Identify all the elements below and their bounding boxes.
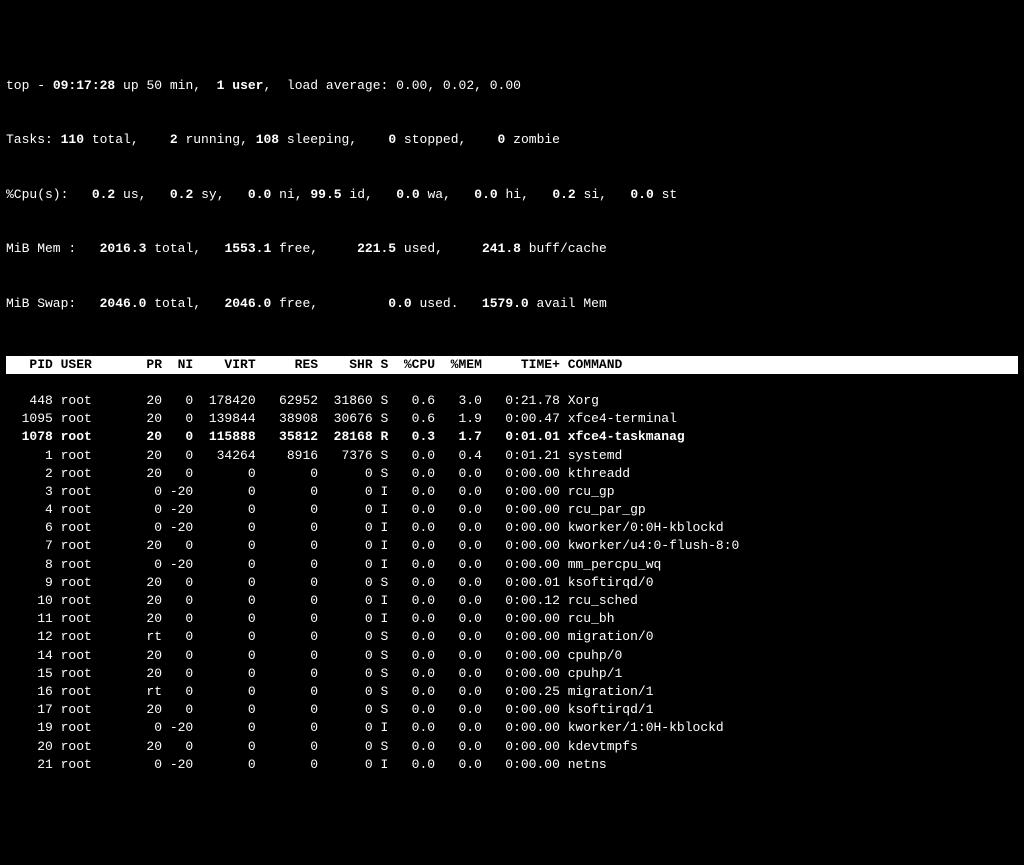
mem-buff: 241.8: [474, 241, 521, 256]
table-row[interactable]: 1078 root 20 0 115888 35812 28168 R 0.3 …: [6, 428, 1018, 446]
mem-buff-label: buff/cache: [521, 241, 607, 256]
running-label: running,: [178, 132, 248, 147]
clock-time: 09:17:28: [53, 78, 115, 93]
table-row[interactable]: 19 root 0 -20 0 0 0 I 0.0 0.0 0:00.00 kw…: [6, 719, 1018, 737]
tasks-sleeping: 108: [256, 132, 279, 147]
table-row[interactable]: 17 root 20 0 0 0 0 S 0.0 0.0 0:00.00 kso…: [6, 701, 1018, 719]
swap-used-label: used.: [412, 296, 459, 311]
uptime-line: top - 09:17:28 up 50 min, 1 user, load a…: [6, 77, 1018, 95]
table-row[interactable]: 8 root 0 -20 0 0 0 I 0.0 0.0 0:00.00 mm_…: [6, 556, 1018, 574]
sy-label: sy,: [193, 187, 224, 202]
table-row[interactable]: 16 root rt 0 0 0 0 S 0.0 0.0 0:00.25 mig…: [6, 683, 1018, 701]
tasks-stopped: 0: [381, 132, 397, 147]
swap-line: MiB Swap: 2046.0 total, 2046.0 free, 0.0…: [6, 295, 1018, 313]
table-row[interactable]: 12 root rt 0 0 0 0 S 0.0 0.0 0:00.00 mig…: [6, 628, 1018, 646]
cpu-hi: 0.0: [466, 187, 497, 202]
table-row[interactable]: 14 root 20 0 0 0 0 S 0.0 0.0 0:00.00 cpu…: [6, 647, 1018, 665]
process-table-header[interactable]: PID USER PR NI VIRT RES SHR S %CPU %MEM …: [6, 356, 1018, 374]
hi-label: hi,: [498, 187, 529, 202]
tasks-label: Tasks:: [6, 132, 53, 147]
mem-total: 2016.3: [100, 241, 147, 256]
table-row[interactable]: 1 root 20 0 34264 8916 7376 S 0.0 0.4 0:…: [6, 447, 1018, 465]
si-label: si,: [576, 187, 607, 202]
mem-used-label: used,: [396, 241, 443, 256]
sleeping-label: sleeping,: [279, 132, 357, 147]
cpu-wa: 0.0: [388, 187, 419, 202]
swap-free: 2046.0: [224, 296, 271, 311]
table-row[interactable]: 2 root 20 0 0 0 0 S 0.0 0.0 0:00.00 kthr…: [6, 465, 1018, 483]
swap-used: 0.0: [365, 296, 412, 311]
top-prefix: top -: [6, 78, 53, 93]
mem-free: 1553.1: [224, 241, 271, 256]
total-label: total,: [84, 132, 139, 147]
table-row[interactable]: 3 root 0 -20 0 0 0 I 0.0 0.0 0:00.00 rcu…: [6, 483, 1018, 501]
tasks-line: Tasks: 110 total, 2 running, 108 sleepin…: [6, 131, 1018, 149]
table-row[interactable]: 9 root 20 0 0 0 0 S 0.0 0.0 0:00.01 ksof…: [6, 574, 1018, 592]
table-row[interactable]: 21 root 0 -20 0 0 0 I 0.0 0.0 0:00.00 ne…: [6, 756, 1018, 774]
swap-total-label: total,: [146, 296, 201, 311]
zombie-label: zombie: [505, 132, 560, 147]
load-label: , load average:: [263, 78, 396, 93]
table-row[interactable]: 11 root 20 0 0 0 0 I 0.0 0.0 0:00.00 rcu…: [6, 610, 1018, 628]
table-row[interactable]: 15 root 20 0 0 0 0 S 0.0 0.0 0:00.00 cpu…: [6, 665, 1018, 683]
table-row[interactable]: 20 root 20 0 0 0 0 S 0.0 0.0 0:00.00 kde…: [6, 738, 1018, 756]
mem-free-label: free,: [271, 241, 318, 256]
mem-total-label: total,: [146, 241, 201, 256]
mem-line: MiB Mem : 2016.3 total, 1553.1 free, 221…: [6, 240, 1018, 258]
stopped-label: stopped,: [396, 132, 466, 147]
us-label: us,: [115, 187, 146, 202]
table-row[interactable]: 1095 root 20 0 139844 38908 30676 S 0.6 …: [6, 410, 1018, 428]
up-label: up: [115, 78, 146, 93]
cpu-line: %Cpu(s): 0.2 us, 0.2 sy, 0.0 ni, 99.5 id…: [6, 186, 1018, 204]
cpu-ni: 0.0: [240, 187, 271, 202]
wa-label: wa,: [420, 187, 451, 202]
table-row[interactable]: 4 root 0 -20 0 0 0 I 0.0 0.0 0:00.00 rcu…: [6, 501, 1018, 519]
mem-label: MiB Mem :: [6, 241, 76, 256]
cpu-sy: 0.2: [162, 187, 193, 202]
tasks-zombie: 0: [490, 132, 506, 147]
table-row[interactable]: 10 root 20 0 0 0 0 I 0.0 0.0 0:00.12 rcu…: [6, 592, 1018, 610]
cpu-si: 0.2: [545, 187, 576, 202]
mem-used: 221.5: [349, 241, 396, 256]
swap-total: 2046.0: [100, 296, 147, 311]
swap-avail-label: avail Mem: [529, 296, 607, 311]
cpu-us: 0.2: [84, 187, 115, 202]
users-count: 1 user: [217, 78, 264, 93]
uptime-value: 50 min: [146, 78, 193, 93]
ni-label: ni,: [271, 187, 302, 202]
swap-avail: 1579.0: [482, 296, 529, 311]
table-row[interactable]: 7 root 20 0 0 0 0 I 0.0 0.0 0:00.00 kwor…: [6, 537, 1018, 555]
st-label: st: [654, 187, 677, 202]
tasks-total: 110: [61, 132, 84, 147]
tasks-running: 2: [162, 132, 178, 147]
table-row[interactable]: 6 root 0 -20 0 0 0 I 0.0 0.0 0:00.00 kwo…: [6, 519, 1018, 537]
cpu-id: 99.5: [310, 187, 341, 202]
table-row[interactable]: 448 root 20 0 178420 62952 31860 S 0.6 3…: [6, 392, 1018, 410]
swap-label: MiB Swap:: [6, 296, 76, 311]
id-label: id,: [342, 187, 373, 202]
cpu-st: 0.0: [623, 187, 654, 202]
swap-free-label: free,: [271, 296, 318, 311]
load-averages: 0.00, 0.02, 0.00: [396, 78, 521, 93]
cpu-label: %Cpu(s):: [6, 187, 68, 202]
sep: ,: [193, 78, 216, 93]
process-table-body[interactable]: 448 root 20 0 178420 62952 31860 S 0.6 3…: [6, 392, 1018, 774]
